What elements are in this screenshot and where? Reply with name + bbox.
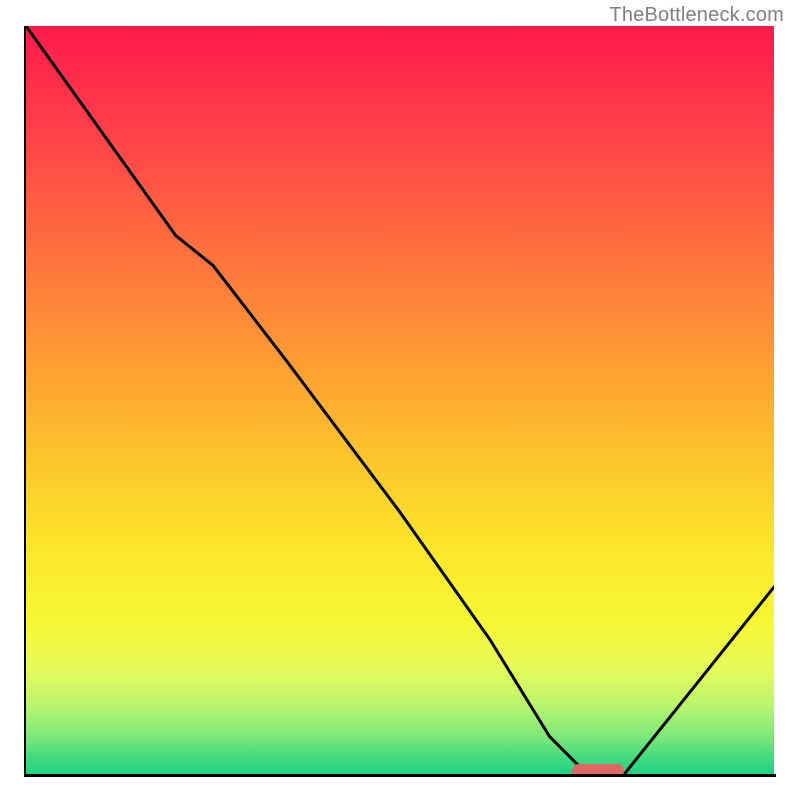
watermark-text: TheBottleneck.com	[609, 4, 784, 27]
optimal-marker	[572, 764, 624, 774]
curve-svg	[26, 26, 774, 774]
x-axis	[24, 774, 776, 777]
bottleneck-curve-path	[26, 26, 774, 774]
plot-area	[26, 26, 774, 774]
bottleneck-chart: TheBottleneck.com	[0, 0, 800, 800]
